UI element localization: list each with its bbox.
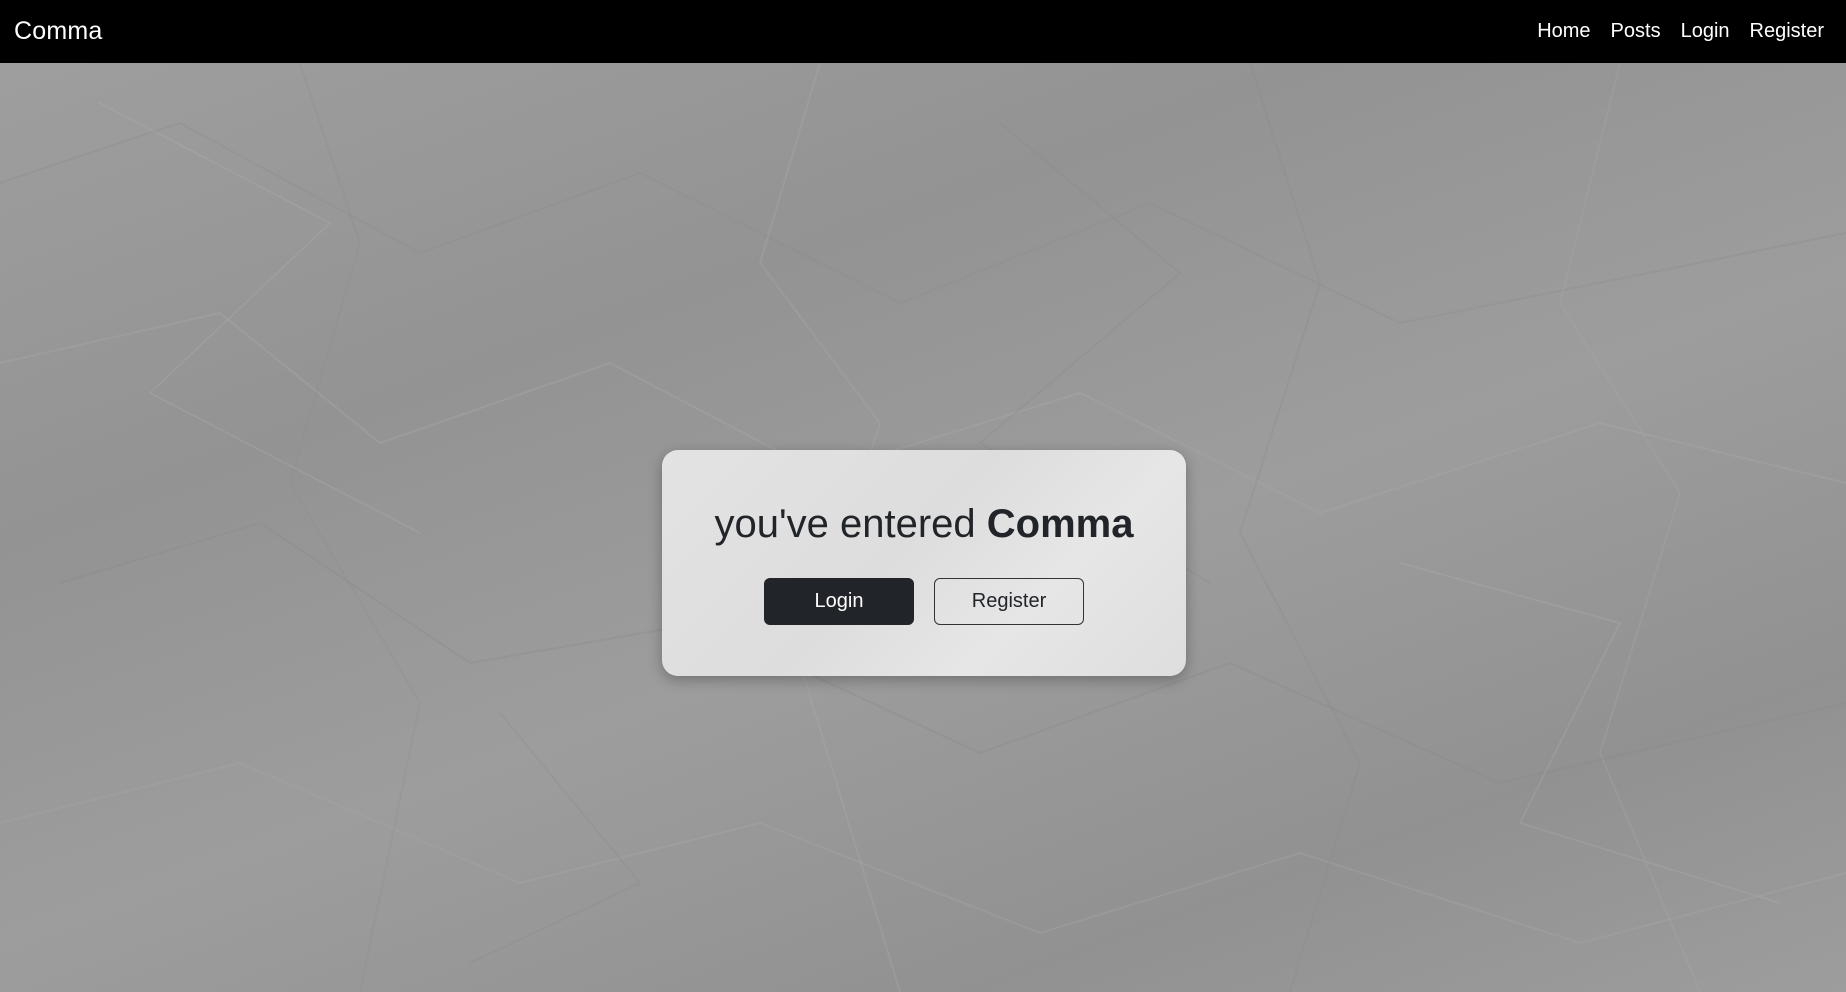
welcome-card: you've entered Comma Login Register [662,450,1186,676]
nav-link-register[interactable]: Register [1750,20,1824,43]
welcome-title-prefix: you've entered [714,502,987,546]
brand-logo-link[interactable]: Comma [14,17,103,46]
login-button[interactable]: Login [764,578,914,625]
top-navbar: Comma Home Posts Login Register [0,0,1846,63]
nav-link-home[interactable]: Home [1537,20,1590,43]
nav-links: Home Posts Login Register [1537,20,1824,43]
nav-link-posts[interactable]: Posts [1611,20,1661,43]
welcome-title-brand: Comma [986,502,1134,546]
register-button[interactable]: Register [934,578,1084,625]
welcome-title: you've entered Comma [662,502,1186,547]
card-actions: Login Register [662,578,1186,625]
nav-link-login[interactable]: Login [1681,20,1730,43]
